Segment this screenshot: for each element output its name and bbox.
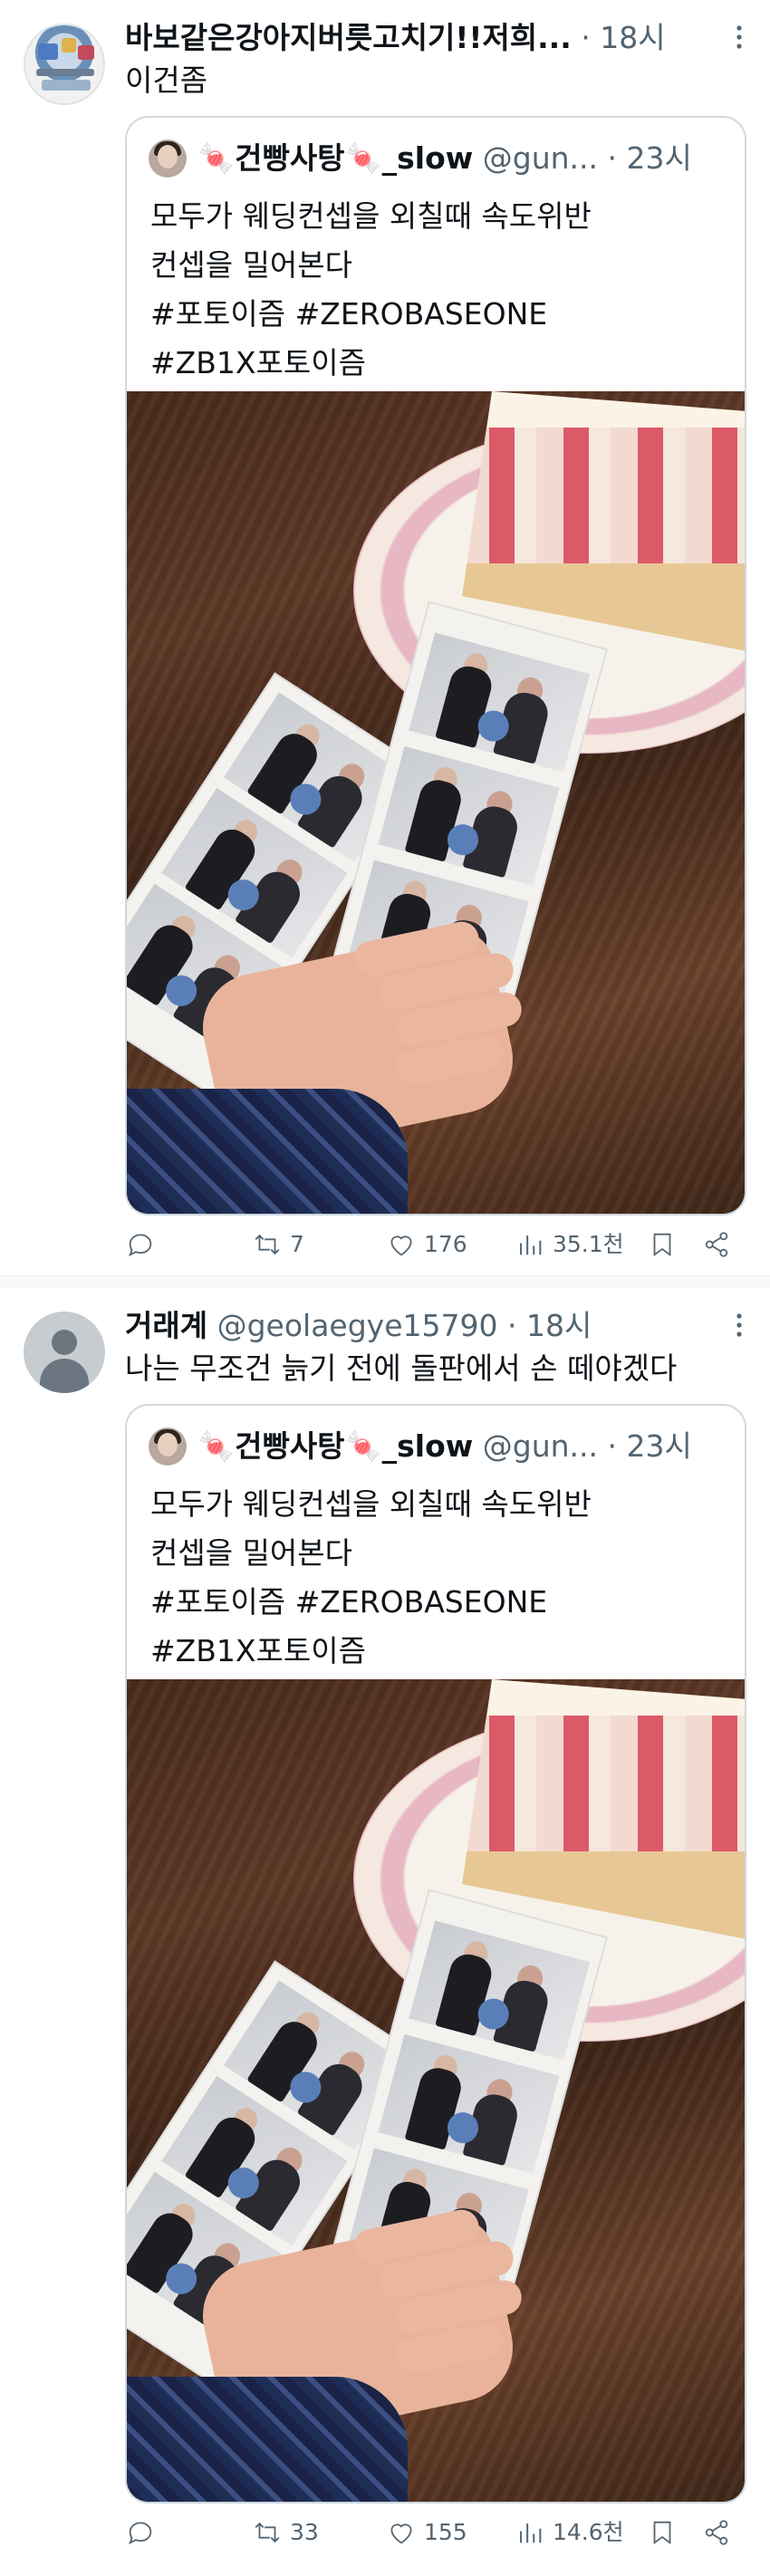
quoted-text-line: 컨셉을 밀어본다 — [150, 1535, 353, 1571]
quoted-text: 모두가 웨딩컨셉을 외칠때 속도위반 컨셉을 밀어본다 #포토이즘 #ZEROB… — [150, 1480, 730, 1676]
heart-icon — [386, 1229, 417, 1260]
quoted-author-suffix[interactable]: _slow — [382, 1428, 474, 1464]
separator-dot: · — [581, 20, 591, 55]
quoted-text-line: 모두가 웨딩컨셉을 외칠때 속도위반 — [150, 198, 592, 234]
bookmark-button[interactable] — [647, 2513, 678, 2552]
plaid-sleeve — [127, 1089, 408, 1214]
separator-dot: · — [607, 140, 618, 176]
repost-count: 33 — [290, 2519, 319, 2545]
views-button[interactable]: 14.6천 — [515, 2513, 624, 2552]
post-text: 이건좀 — [125, 62, 208, 98]
quoted-header: 🍬건빵사탕🍬_slow @gun... · 23시 — [197, 138, 732, 179]
like-button[interactable]: 155 — [386, 2513, 467, 2552]
quoted-text: 모두가 웨딩컨셉을 외칠때 속도위반 컨셉을 밀어본다 #포토이즘 #ZEROB… — [150, 192, 730, 388]
repost-button[interactable]: 7 — [252, 1225, 304, 1264]
view-count: 14.6천 — [553, 2519, 624, 2545]
like-button[interactable]: 176 — [386, 1225, 467, 1264]
candy-emoji: 🍬 — [344, 1428, 382, 1464]
quoted-header: 🍬건빵사탕🍬_slow @gun... · 23시 — [197, 1426, 732, 1467]
heart-icon — [386, 2517, 417, 2548]
more-icon[interactable] — [734, 1312, 745, 1339]
hashtag-line[interactable]: #포토이즘 #ZEROBASEONE — [150, 290, 730, 339]
avatar[interactable] — [24, 24, 105, 105]
quoted-photo[interactable] — [127, 1679, 745, 2502]
author-handle[interactable]: @geolaegye15790 — [217, 1308, 498, 1343]
share-button[interactable] — [701, 2513, 732, 2552]
action-bar: 33 155 14.6천 — [125, 2513, 743, 2552]
like-count: 155 — [424, 2519, 467, 2545]
post-divider — [0, 1275, 770, 1288]
candy-emoji: 🍬 — [344, 140, 382, 176]
quoted-author-handle[interactable]: @gun... — [483, 140, 598, 176]
share-icon — [701, 2517, 732, 2548]
quoted-post[interactable]: 🍬건빵사탕🍬_slow @gun... · 23시 모두가 웨딩컨셉을 외칠때 … — [125, 116, 746, 1216]
post-time[interactable]: 18시 — [600, 20, 665, 55]
repost-button[interactable]: 33 — [252, 2513, 319, 2552]
quoted-author-name[interactable]: 건빵사탕 — [235, 1428, 344, 1464]
quoted-photo[interactable] — [127, 391, 745, 1214]
view-count: 35.1천 — [553, 1231, 624, 1257]
bookmark-icon — [647, 1229, 678, 1260]
plaid-sleeve — [127, 2377, 408, 2502]
quoted-text-line: 모두가 웨딩컨셉을 외칠때 속도위반 — [150, 1486, 592, 1522]
post-header: 거래계 @geolaegye15790 · 18시 — [125, 1308, 741, 1344]
quoted-post[interactable]: 🍬건빵사탕🍬_slow @gun... · 23시 모두가 웨딩컨셉을 외칠때 … — [125, 1404, 746, 2504]
bookmark-icon — [647, 2517, 678, 2548]
author-name[interactable]: 거래계 — [125, 1308, 207, 1343]
author-name[interactable]: 바보같은강아지버릇고치기!!저희... — [125, 20, 572, 55]
repost-icon — [252, 2517, 283, 2548]
views-button[interactable]: 35.1천 — [515, 1225, 624, 1264]
repost-icon — [252, 1229, 283, 1260]
share-icon — [701, 1229, 732, 1260]
quoted-avatar[interactable] — [149, 1427, 187, 1466]
candy-emoji: 🍬 — [197, 1428, 236, 1464]
post-header: 바보같은강아지버릇고치기!!저희... · 18시 — [125, 20, 741, 56]
views-chart-icon — [515, 2517, 545, 2548]
quoted-avatar[interactable] — [149, 139, 187, 178]
reply-icon — [125, 2517, 156, 2548]
separator-dot: · — [607, 1428, 618, 1464]
default-avatar[interactable] — [24, 1312, 105, 1393]
post[interactable]: 거래계 @geolaegye15790 · 18시 나는 무조건 늙기 전에 돌… — [0, 1288, 770, 2576]
quoted-author-name[interactable]: 건빵사탕 — [235, 140, 344, 176]
hashtag-line[interactable]: #ZB1X포토이즘 — [150, 339, 730, 388]
views-chart-icon — [515, 1229, 545, 1260]
reply-button[interactable] — [125, 1225, 163, 1264]
post-text: 나는 무조건 늙기 전에 돌판에서 손 떼야겠다 — [125, 1350, 678, 1386]
repost-count: 7 — [290, 1231, 304, 1257]
separator-dot: · — [506, 1308, 517, 1343]
quoted-text-line: 컨셉을 밀어본다 — [150, 247, 353, 283]
quoted-author-suffix[interactable]: _slow — [382, 140, 474, 176]
hashtag-line[interactable]: #ZB1X포토이즘 — [150, 1627, 730, 1676]
hashtag-line[interactable]: #포토이즘 #ZEROBASEONE — [150, 1578, 730, 1627]
bookmark-button[interactable] — [647, 1225, 678, 1264]
quoted-author-handle[interactable]: @gun... — [483, 1428, 598, 1464]
reply-button[interactable] — [125, 2513, 163, 2552]
candy-emoji: 🍬 — [197, 140, 236, 176]
quoted-time[interactable]: 23시 — [627, 140, 692, 176]
more-icon[interactable] — [734, 24, 745, 51]
quoted-time[interactable]: 23시 — [627, 1428, 692, 1464]
reply-icon — [125, 1229, 156, 1260]
like-count: 176 — [424, 1231, 467, 1257]
share-button[interactable] — [701, 1225, 732, 1264]
post[interactable]: 바보같은강아지버릇고치기!!저희... · 18시 이건좀 🍬건빵사탕🍬_slo… — [0, 0, 770, 1288]
action-bar: 7 176 35.1천 — [125, 1225, 743, 1264]
post-time[interactable]: 18시 — [526, 1308, 592, 1343]
